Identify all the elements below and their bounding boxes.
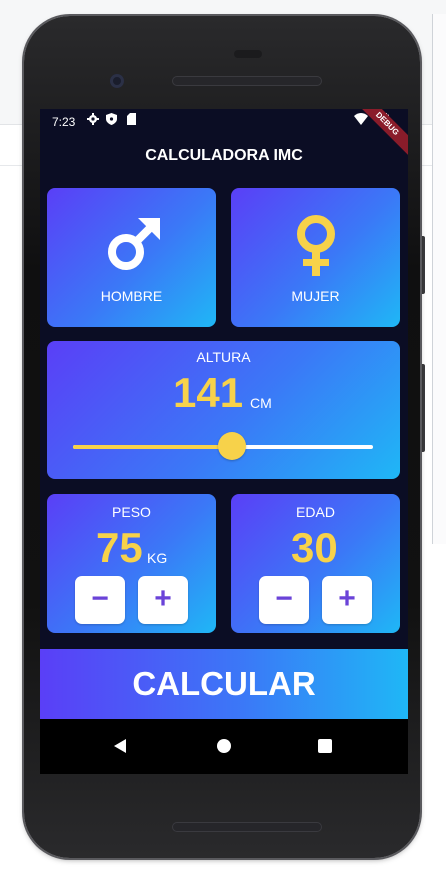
background-side-panel (432, 14, 446, 544)
male-symbol-icon (102, 216, 162, 281)
status-bar: 7:23 DEBUG (40, 109, 408, 161)
settings-icon (87, 113, 99, 128)
page-title: CALCULADORA IMC (145, 147, 303, 164)
weight-unit: KG (147, 550, 168, 566)
age-increment-button[interactable]: + (322, 576, 372, 624)
sd-card-icon (127, 113, 136, 128)
height-slider-active (73, 445, 232, 449)
status-time: 7:23 (52, 115, 76, 129)
weight-label: PESO (112, 504, 151, 520)
top-speaker (172, 76, 322, 86)
calculate-button[interactable]: CALCULAR (40, 649, 408, 719)
age-value: 30 (291, 524, 338, 571)
age-card: EDAD 30 − + (231, 494, 400, 633)
phone-screen: 7:23 DEBUG CALCULADORA IMC HOMBRE MUJER … (40, 109, 408, 774)
android-navigation-bar (40, 719, 408, 774)
height-label: ALTURA (196, 349, 251, 365)
wifi-icon (354, 113, 368, 128)
recents-icon[interactable] (318, 739, 332, 753)
height-unit: CM (250, 395, 272, 411)
weight-value: 75 (96, 524, 143, 571)
earpiece-slit (234, 50, 262, 58)
shield-icon (106, 113, 117, 128)
age-label: EDAD (296, 504, 335, 520)
home-icon[interactable] (217, 739, 231, 753)
gender-label-female: MUJER (291, 288, 340, 304)
back-icon[interactable] (114, 739, 126, 753)
gender-card-male[interactable]: HOMBRE (47, 188, 216, 327)
height-card: ALTURA 141 CM (47, 341, 400, 479)
height-value: 141 (173, 369, 244, 416)
gender-card-female[interactable]: MUJER (231, 188, 400, 327)
volume-button[interactable] (420, 364, 425, 452)
weight-card: PESO 75 KG − + (47, 494, 216, 633)
age-decrement-button[interactable]: − (259, 576, 309, 624)
front-camera (110, 74, 124, 88)
bottom-speaker (172, 822, 322, 832)
female-symbol-icon (291, 214, 341, 283)
weight-decrement-button[interactable]: − (75, 576, 125, 624)
gender-label-male: HOMBRE (100, 288, 163, 304)
weight-increment-button[interactable]: + (138, 576, 188, 624)
power-button[interactable] (420, 236, 425, 294)
height-slider-thumb[interactable] (218, 432, 246, 460)
